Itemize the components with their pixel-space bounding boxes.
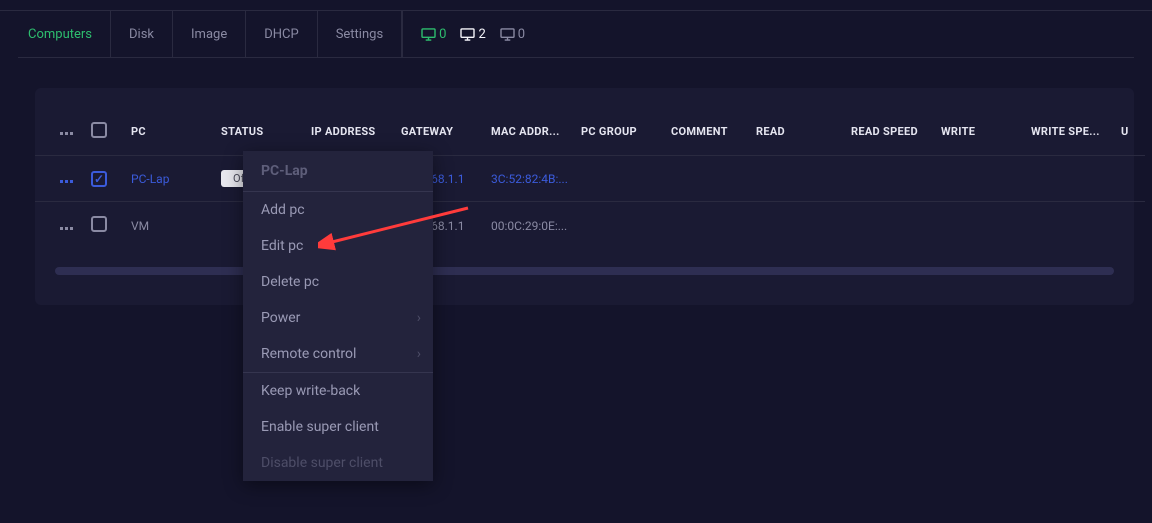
context-menu-title: PC-Lap	[243, 151, 433, 192]
horizontal-scrollbar[interactable]	[55, 267, 1114, 275]
cell-pc: PC-Lap	[125, 156, 215, 202]
row-menu-icon[interactable]	[60, 227, 73, 230]
select-all-checkbox[interactable]	[91, 122, 107, 138]
tab-settings[interactable]: Settings	[318, 11, 402, 57]
header-menu-icon[interactable]	[60, 132, 73, 135]
tab-computers[interactable]: Computers	[28, 11, 111, 57]
ctx-add-pc[interactable]: Add pc	[243, 192, 433, 228]
col-read-speed[interactable]: READ SPEED	[845, 108, 935, 156]
cell-mac: 00:0C:29:0E:...	[485, 202, 575, 250]
ctx-enable-super[interactable]: Enable super client	[243, 409, 433, 445]
col-mac[interactable]: MAC ADDR...	[485, 108, 575, 156]
col-group[interactable]: PC GROUP	[575, 108, 665, 156]
col-write[interactable]: WRITE	[935, 108, 1025, 156]
monitor-icon	[421, 28, 436, 41]
chevron-right-icon: ›	[417, 310, 421, 326]
col-status[interactable]: STATUS	[215, 108, 305, 156]
ctx-edit-pc[interactable]: Edit pc	[243, 228, 433, 264]
col-pc[interactable]: PC	[125, 108, 215, 156]
ctx-disable-super[interactable]: Disable super client	[243, 445, 433, 481]
col-gateway[interactable]: GATEWAY	[395, 108, 485, 156]
tab-image[interactable]: Image	[173, 11, 246, 57]
monitor-total-count: 2	[478, 27, 485, 42]
row-checkbox[interactable]	[91, 171, 107, 187]
ctx-delete-pc[interactable]: Delete pc	[243, 264, 433, 300]
chevron-right-icon: ›	[417, 346, 421, 362]
row-checkbox[interactable]	[91, 216, 107, 232]
ctx-remote-control[interactable]: Remote control›	[243, 336, 433, 372]
monitor-online-count: 0	[439, 27, 446, 42]
table-row[interactable]: PC-Lap Offline 192.168.1.102 192.168.1.1…	[35, 156, 1145, 202]
monitor-counts: 0 2 0	[402, 11, 525, 57]
table-row[interactable]: VM 192.168.1.1 00:0C:29:0E:...	[35, 202, 1145, 250]
computers-table: PC STATUS IP ADDRESS GATEWAY MAC ADDR...…	[35, 108, 1145, 249]
col-read[interactable]: READ	[750, 108, 845, 156]
row-menu-icon[interactable]	[60, 180, 73, 183]
monitor-total[interactable]: 2	[460, 27, 485, 42]
ctx-power[interactable]: Power›	[243, 300, 433, 336]
tab-disk[interactable]: Disk	[111, 11, 173, 57]
col-u[interactable]: U	[1115, 108, 1145, 156]
col-write-speed[interactable]: WRITE SPE...	[1025, 108, 1115, 156]
col-comment[interactable]: COMMENT	[665, 108, 750, 156]
tab-dhcp[interactable]: DHCP	[246, 11, 317, 57]
cell-mac: 3C:52:82:4B:...	[485, 156, 575, 202]
computers-panel: PC STATUS IP ADDRESS GATEWAY MAC ADDR...…	[35, 88, 1134, 305]
monitor-icon	[460, 28, 475, 41]
table-header-row: PC STATUS IP ADDRESS GATEWAY MAC ADDR...…	[35, 108, 1145, 156]
monitor-icon	[500, 28, 515, 41]
context-menu: PC-Lap Add pc Edit pc Delete pc Power› R…	[243, 151, 433, 481]
monitor-offline[interactable]: 0	[500, 27, 525, 42]
col-ip[interactable]: IP ADDRESS	[305, 108, 395, 156]
cell-pc: VM	[125, 202, 215, 250]
top-tabs: Computers Disk Image DHCP Settings 0 2 0	[0, 11, 1152, 57]
monitor-offline-count: 0	[518, 27, 525, 42]
ctx-keep-writeback[interactable]: Keep write-back	[243, 373, 433, 409]
monitor-online[interactable]: 0	[421, 27, 446, 42]
